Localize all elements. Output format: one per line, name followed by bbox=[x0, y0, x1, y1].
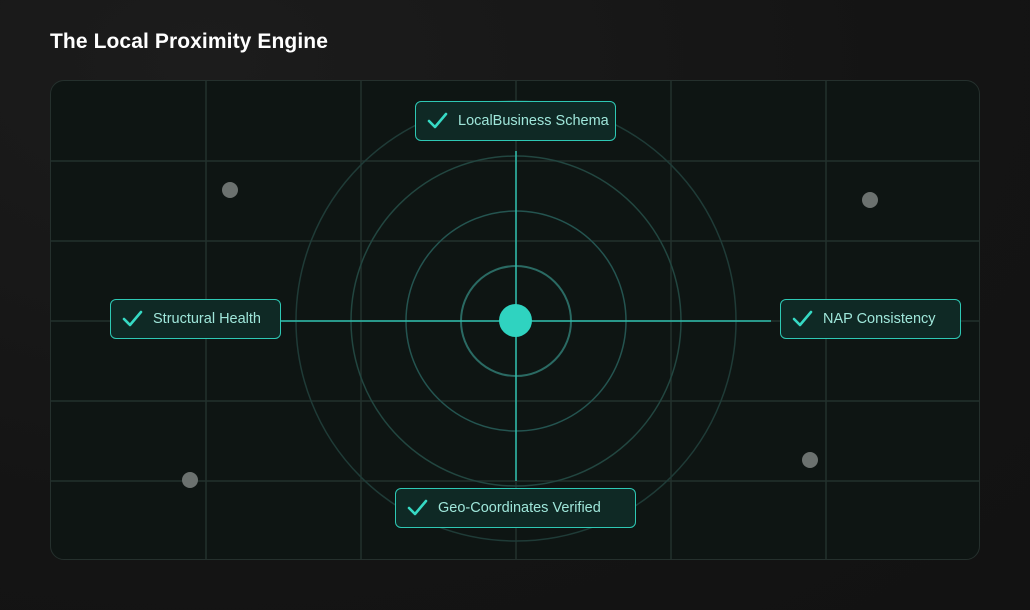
location-point bbox=[222, 182, 238, 198]
check-icon bbox=[122, 310, 143, 327]
node-label: Geo-Coordinates Verified bbox=[438, 500, 601, 516]
page-title: The Local Proximity Engine bbox=[50, 30, 328, 53]
node-label: Structural Health bbox=[153, 311, 261, 327]
check-icon bbox=[792, 310, 813, 327]
check-icon bbox=[427, 112, 448, 129]
node-geo-coordinates-verified: Geo-Coordinates Verified bbox=[395, 488, 636, 528]
location-point bbox=[182, 472, 198, 488]
node-localbusiness-schema: LocalBusiness Schema bbox=[415, 101, 616, 141]
location-point bbox=[802, 452, 818, 468]
check-icon bbox=[407, 499, 428, 516]
proximity-diagram-panel: LocalBusiness Schema Structural Health N… bbox=[50, 80, 980, 560]
node-label: NAP Consistency bbox=[823, 311, 936, 327]
node-label: LocalBusiness Schema bbox=[458, 113, 609, 129]
node-nap-consistency: NAP Consistency bbox=[780, 299, 961, 339]
center-dot bbox=[499, 304, 532, 337]
location-point bbox=[862, 192, 878, 208]
node-structural-health: Structural Health bbox=[110, 299, 281, 339]
